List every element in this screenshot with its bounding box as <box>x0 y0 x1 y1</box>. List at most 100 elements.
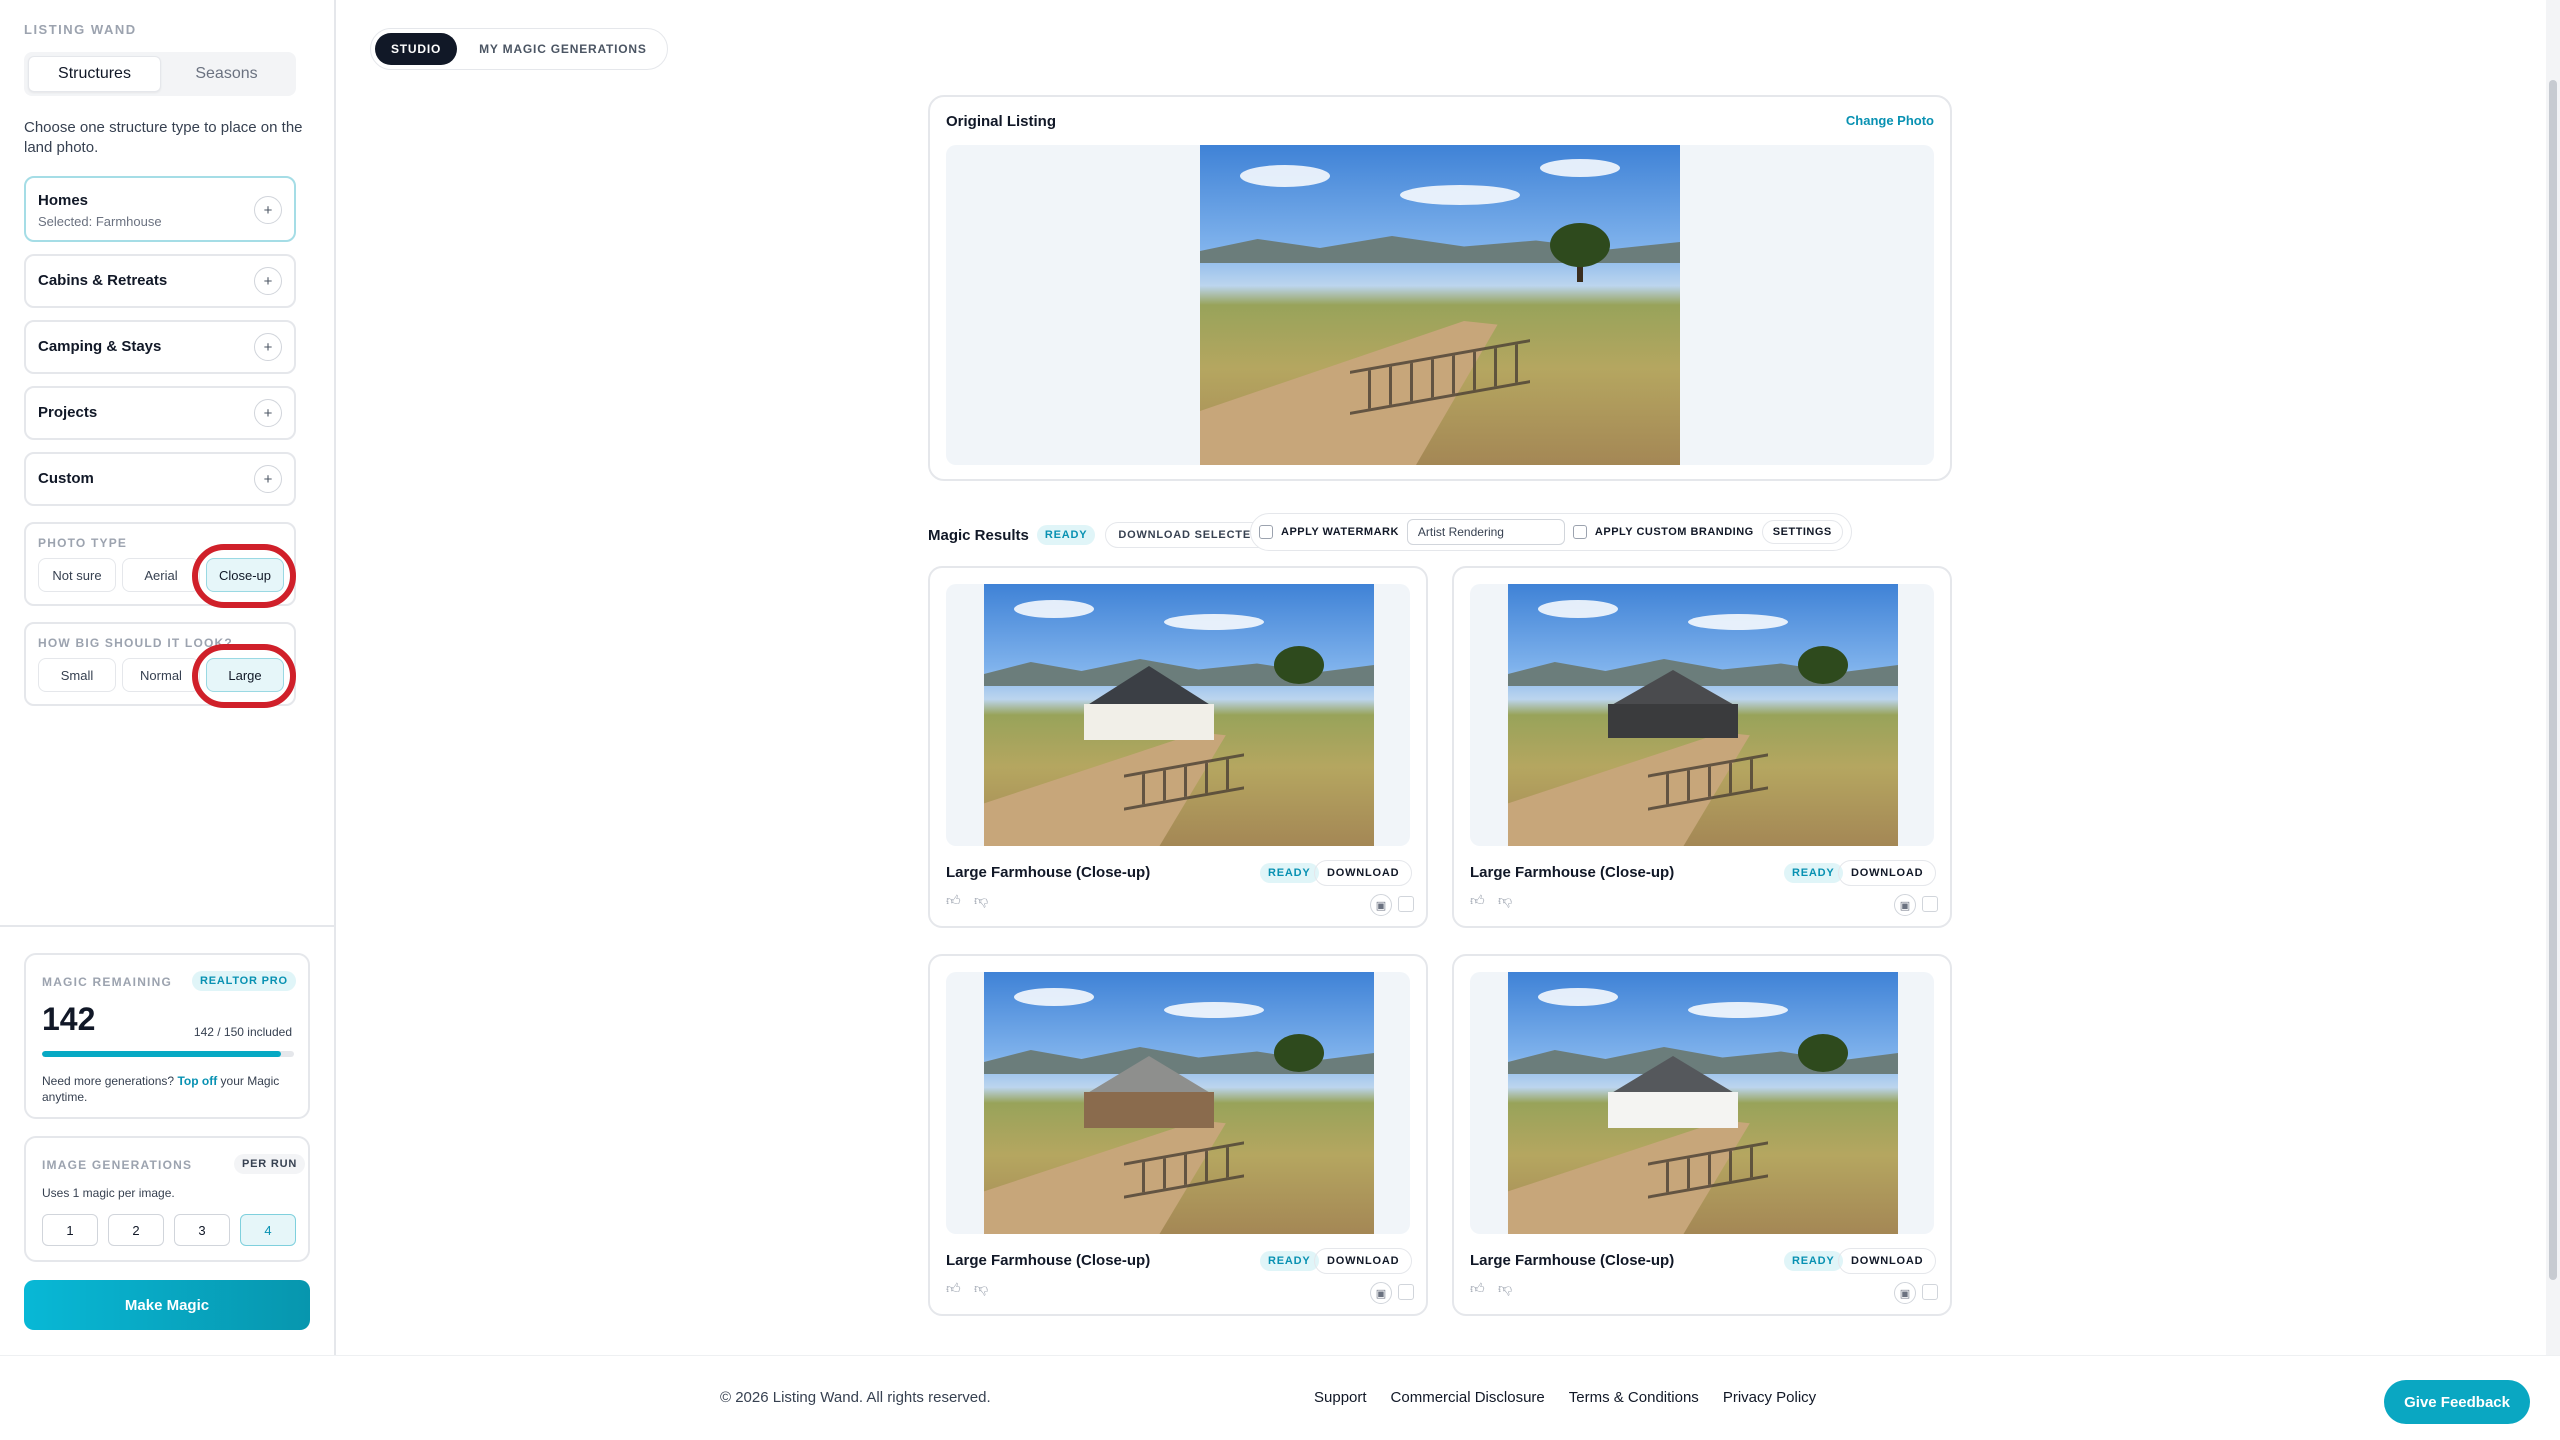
download-button[interactable]: DOWNLOAD <box>1314 860 1413 886</box>
output-options-bar: APPLY WATERMARK Artist Rendering APPLY C… <box>1250 513 1852 551</box>
result-photo[interactable] <box>1508 972 1898 1234</box>
result-card: Large Farmhouse (Close-up) READY DOWNLOA… <box>1452 566 1952 928</box>
change-photo-link[interactable]: Change Photo <box>1846 113 1934 128</box>
photo-type-not-sure[interactable]: Not sure <box>38 558 116 592</box>
image-generations-card: IMAGE GENERATIONS PER RUN Uses 1 magic p… <box>24 1136 310 1262</box>
size-group: HOW BIG SHOULD IT LOOK? Small Normal Lar… <box>24 622 296 706</box>
scrollbar-thumb[interactable] <box>2549 80 2557 1280</box>
expand-plus-icon[interactable]: + <box>254 267 282 295</box>
expand-icon[interactable]: ▣ <box>1894 894 1916 916</box>
result-name: Large Farmhouse (Close-up) <box>1470 864 1675 881</box>
expand-icon[interactable]: ▣ <box>1894 1282 1916 1304</box>
photo-type-label: PHOTO TYPE <box>38 536 128 550</box>
thumbs-down-icon[interactable]: 👎︎ <box>1498 1280 1516 1298</box>
results-header: Magic Results READY DOWNLOAD SELECTED <box>928 522 1273 548</box>
branding-checkbox[interactable] <box>1572 525 1587 539</box>
expand-plus-icon[interactable]: + <box>254 399 282 427</box>
expand-icon[interactable]: ▣ <box>1370 1282 1392 1304</box>
thumbs-up-icon[interactable]: 👍︎ <box>946 892 964 910</box>
expand-plus-icon[interactable]: + <box>254 196 282 224</box>
category-homes[interactable]: Homes Selected: Farmhouse + <box>24 176 296 242</box>
give-feedback-button[interactable]: Give Feedback <box>2384 1380 2530 1424</box>
sidebar: LISTING WAND Structures Seasons Choose o… <box>0 0 336 1355</box>
copyright-text: © 2026 Listing Wand. All rights reserved… <box>720 1389 991 1406</box>
make-magic-button[interactable]: Make Magic <box>24 1280 310 1330</box>
category-projects[interactable]: Projects + <box>24 386 296 440</box>
branding-label: APPLY CUSTOM BRANDING <box>1594 526 1754 538</box>
result-card: Large Farmhouse (Close-up) READY DOWNLOA… <box>928 954 1428 1316</box>
category-cabins[interactable]: Cabins & Retreats + <box>24 254 296 308</box>
result-name: Large Farmhouse (Close-up) <box>1470 1252 1675 1269</box>
photo-type-close-up[interactable]: Close-up <box>206 558 284 592</box>
photo-type-aerial[interactable]: Aerial <box>122 558 200 592</box>
note-text: Need more generations? <box>42 1074 175 1088</box>
result-photo[interactable] <box>984 972 1374 1234</box>
thumbs-up-icon[interactable]: 👍︎ <box>1470 1280 1488 1298</box>
footer-link-commercial-disclosure[interactable]: Commercial Disclosure <box>1391 1389 1545 1406</box>
top-off-link[interactable]: Top off <box>177 1074 217 1088</box>
photo-frame <box>1470 972 1934 1234</box>
footer: © 2026 Listing Wand. All rights reserved… <box>0 1355 2560 1440</box>
download-button[interactable]: DOWNLOAD <box>1314 1248 1413 1274</box>
settings-button[interactable]: SETTINGS <box>1761 520 1843 544</box>
mode-segmented-control: Structures Seasons <box>24 52 296 96</box>
per-run-badge: PER RUN <box>234 1154 306 1174</box>
watermark-checkbox[interactable] <box>1259 525 1273 539</box>
thumbs-up-icon[interactable]: 👍︎ <box>946 1280 964 1298</box>
category-custom[interactable]: Custom + <box>24 452 296 506</box>
expand-plus-icon[interactable]: + <box>254 465 282 493</box>
size-large[interactable]: Large <box>206 658 284 692</box>
page-scrollbar[interactable] <box>2546 0 2560 1355</box>
photo-frame <box>946 972 1410 1234</box>
expand-plus-icon[interactable]: + <box>254 333 282 361</box>
gen-option-4[interactable]: 4 <box>240 1214 296 1246</box>
download-button[interactable]: DOWNLOAD <box>1838 860 1937 886</box>
footer-links: Support Commercial Disclosure Terms & Co… <box>1314 1389 1816 1406</box>
tab-structures[interactable]: Structures <box>28 56 161 92</box>
divider <box>0 925 336 927</box>
category-title: Cabins & Retreats <box>38 272 168 289</box>
category-title: Homes <box>38 192 89 209</box>
intro-text: Choose one structure type to place on th… <box>24 119 303 156</box>
thumbs-down-icon[interactable]: 👎︎ <box>974 892 992 910</box>
magic-remaining-label: MAGIC REMAINING <box>42 975 172 989</box>
result-photo[interactable] <box>984 584 1374 846</box>
original-land-photo <box>1200 145 1680 465</box>
expand-icon[interactable]: ▣ <box>1370 894 1392 916</box>
footer-link-privacy[interactable]: Privacy Policy <box>1723 1389 1816 1406</box>
gen-option-2[interactable]: 2 <box>108 1214 164 1246</box>
size-normal[interactable]: Normal <box>122 658 200 692</box>
select-checkbox[interactable] <box>1398 1284 1414 1300</box>
original-listing-card: Original Listing Change Photo <box>928 95 1952 481</box>
thumbs-down-icon[interactable]: 👎︎ <box>1498 892 1516 910</box>
tab-seasons[interactable]: Seasons <box>161 56 292 92</box>
thumbs-down-icon[interactable]: 👎︎ <box>974 1280 992 1298</box>
photo-type-group: PHOTO TYPE Not sure Aerial Close-up <box>24 522 296 606</box>
download-button[interactable]: DOWNLOAD <box>1838 1248 1937 1274</box>
watermark-input[interactable]: Artist Rendering <box>1406 519 1565 545</box>
category-subtitle: Selected: Farmhouse <box>38 214 162 229</box>
size-small[interactable]: Small <box>38 658 116 692</box>
footer-link-support[interactable]: Support <box>1314 1389 1367 1406</box>
result-card: Large Farmhouse (Close-up) READY DOWNLOA… <box>1452 954 1952 1316</box>
footer-link-terms[interactable]: Terms & Conditions <box>1569 1389 1699 1406</box>
results-status-badge: READY <box>1036 525 1096 545</box>
gen-option-1[interactable]: 1 <box>42 1214 98 1246</box>
thumbs-up-icon[interactable]: 👍︎ <box>1470 892 1488 910</box>
select-checkbox[interactable] <box>1922 896 1938 912</box>
select-checkbox[interactable] <box>1398 896 1414 912</box>
size-label: HOW BIG SHOULD IT LOOK? <box>38 636 233 650</box>
results-title: Magic Results <box>928 526 1029 544</box>
result-photo[interactable] <box>1508 584 1898 846</box>
photo-frame <box>1470 584 1934 846</box>
tab-studio[interactable]: STUDIO <box>375 33 458 65</box>
watermark-label: APPLY WATERMARK <box>1281 526 1399 538</box>
tab-my-magic-generations[interactable]: MY MAGIC GENERATIONS <box>463 33 663 65</box>
magic-remaining-count: 142 <box>42 1001 96 1037</box>
gen-option-3[interactable]: 3 <box>174 1214 230 1246</box>
result-status-badge: READY <box>1260 1251 1319 1271</box>
result-status-badge: READY <box>1260 863 1319 883</box>
download-selected-button[interactable]: DOWNLOAD SELECTED <box>1105 522 1273 548</box>
select-checkbox[interactable] <box>1922 1284 1938 1300</box>
category-camping[interactable]: Camping & Stays + <box>24 320 296 374</box>
